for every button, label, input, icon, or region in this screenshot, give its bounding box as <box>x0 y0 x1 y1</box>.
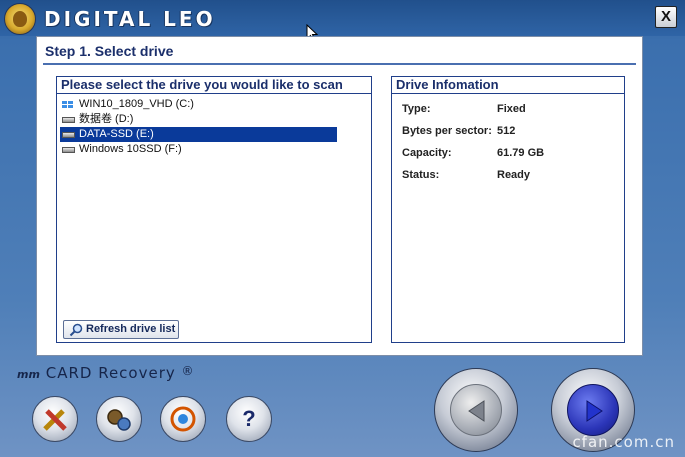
drive-info-heading: Drive Infomation <box>392 77 624 94</box>
info-value: Ready <box>497 169 531 181</box>
back-arrow-icon <box>468 400 485 422</box>
info-value: Fixed <box>497 103 526 115</box>
refresh-label: Refresh drive list <box>86 323 176 335</box>
info-row-type: Type: Fixed <box>402 103 622 125</box>
refresh-drive-list-button[interactable]: Refresh drive list <box>63 320 179 339</box>
info-row-capacity: Capacity: 61.79 GB <box>402 147 622 169</box>
app-brand: DIGITAL LEO <box>44 7 216 31</box>
product-prefix: mm <box>17 368 40 381</box>
drive-label: 数据卷 (D:) <box>79 113 134 125</box>
info-key: Capacity: <box>402 147 452 159</box>
drive-item-f[interactable]: Windows 10SSD (F:) <box>60 142 337 157</box>
hard-drive-icon <box>62 132 75 138</box>
drive-label: Windows 10SSD (F:) <box>79 143 182 155</box>
info-value: 61.79 GB <box>497 147 545 159</box>
network-button[interactable] <box>160 396 206 442</box>
info-key: Type: <box>402 103 431 115</box>
wizard-panel: Step 1. Select drive Please select the d… <box>36 36 643 356</box>
back-button[interactable] <box>434 368 518 452</box>
next-arrow-icon <box>586 400 603 422</box>
info-row-status: Status: Ready <box>402 169 622 191</box>
info-value: 512 <box>497 125 516 137</box>
info-key: Bytes per sector: <box>402 125 492 137</box>
network-icon <box>170 406 196 432</box>
drive-list[interactable]: WIN10_1809_VHD (C:) 数据卷 (D:) DATA-SSD (E… <box>57 97 367 157</box>
magnifier-icon <box>69 323 83 337</box>
tools-icon <box>43 409 67 431</box>
watermark: cfan.com.cn <box>572 433 675 451</box>
info-key: Status: <box>402 169 440 181</box>
help-button[interactable]: ? <box>226 396 272 442</box>
drive-info-grid: Type: Fixed Bytes per sector: 512 Capaci… <box>402 103 622 191</box>
step-title: Step 1. Select drive <box>45 43 174 59</box>
settings-gears-icon <box>107 409 131 431</box>
drive-item-d[interactable]: 数据卷 (D:) <box>60 112 337 127</box>
product-title: CARD Recovery <box>45 364 176 382</box>
settings-button[interactable] <box>96 396 142 442</box>
product-name: mm CARD Recovery ® <box>17 364 195 382</box>
drive-item-c[interactable]: WIN10_1809_VHD (C:) <box>60 97 337 112</box>
hard-drive-icon <box>62 147 75 153</box>
tools-button[interactable] <box>32 396 78 442</box>
drive-item-e[interactable]: DATA-SSD (E:) <box>60 127 337 142</box>
title-bar: DIGITAL LEO X <box>0 0 685 36</box>
help-icon: ? <box>242 406 256 431</box>
drive-info-box: Drive Infomation Type: Fixed Bytes per s… <box>391 76 625 343</box>
windows-drive-icon <box>62 101 75 108</box>
drive-label: DATA-SSD (E:) <box>79 128 154 140</box>
close-button[interactable]: X <box>655 6 677 28</box>
drive-list-heading: Please select the drive you would like t… <box>57 77 371 94</box>
info-row-bytes: Bytes per sector: 512 <box>402 125 622 147</box>
hard-drive-icon <box>62 117 75 123</box>
lion-logo-icon <box>4 3 36 35</box>
divider <box>43 63 636 65</box>
registered-mark: ® <box>181 364 195 378</box>
drive-label: WIN10_1809_VHD (C:) <box>79 98 194 110</box>
drive-list-box: Please select the drive you would like t… <box>56 76 372 343</box>
